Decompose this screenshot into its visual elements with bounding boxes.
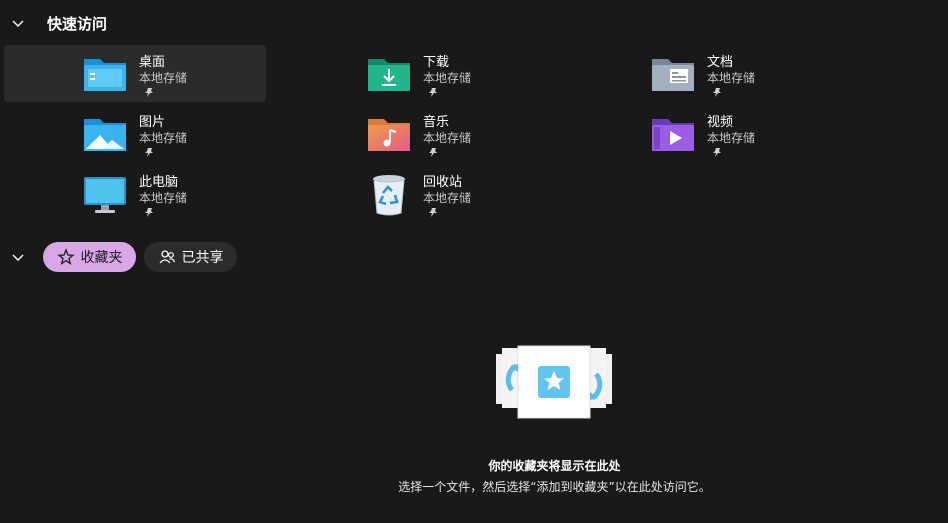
pin-icon (713, 88, 721, 97)
item-location: 本地存储 (707, 131, 756, 145)
item-location: 本地存储 (423, 191, 472, 205)
favorites-empty-illustration-icon (496, 345, 612, 419)
quick-access-item-music[interactable]: 音乐 本地存储 (288, 105, 550, 162)
tab-shared[interactable]: 已共享 (144, 242, 237, 272)
quick-access-item-videos[interactable]: 视频 本地存储 (572, 105, 834, 162)
item-location: 本地存储 (139, 131, 188, 145)
desktop-folder-icon (84, 59, 126, 91)
tab-favorites-label: 收藏夹 (80, 250, 123, 266)
pin-icon (429, 148, 437, 157)
music-folder-icon (368, 119, 410, 151)
item-name: 音乐 (423, 115, 450, 130)
item-name: 此电脑 (139, 175, 179, 190)
quick-access-header[interactable]: 快速访问 (0, 6, 300, 40)
chevron-down-icon[interactable] (10, 15, 26, 31)
item-name: 视频 (707, 115, 734, 130)
pin-icon (713, 148, 721, 157)
pin-icon (145, 88, 153, 97)
item-location: 本地存储 (423, 131, 472, 145)
quick-access-title: 快速访问 (47, 14, 108, 33)
pin-icon (145, 148, 153, 157)
item-name: 图片 (139, 115, 166, 130)
documents-folder-icon (652, 59, 694, 91)
item-location: 本地存储 (139, 191, 188, 205)
tab-shared-label: 已共享 (181, 250, 224, 266)
empty-state-description: 选择一个文件，然后选择“添加到收藏夹”以在此处访问它。 (398, 480, 711, 494)
quick-access-item-documents[interactable]: 文档 本地存储 (572, 45, 834, 102)
tab-favorites[interactable]: 收藏夹 (43, 242, 136, 272)
downloads-folder-icon (368, 59, 410, 91)
quick-access-item-this-pc[interactable]: 此电脑 本地存储 (4, 165, 266, 222)
pin-icon (145, 208, 153, 217)
pictures-folder-icon (84, 119, 126, 151)
item-location: 本地存储 (423, 71, 472, 85)
item-name: 文档 (707, 55, 734, 70)
quick-access-item-recycle-bin[interactable]: 回收站 本地存储 (288, 165, 550, 222)
quick-access-item-desktop[interactable]: 桌面 本地存储 (4, 45, 266, 102)
videos-folder-icon (652, 119, 694, 151)
this-pc-icon (84, 177, 126, 213)
chevron-down-icon[interactable] (10, 249, 26, 265)
quick-access-item-downloads[interactable]: 下载 本地存储 (288, 45, 550, 102)
pin-icon (429, 88, 437, 97)
star-icon (56, 248, 75, 265)
item-location: 本地存储 (707, 71, 756, 85)
recycle-bin-icon (373, 175, 405, 216)
item-name: 下载 (423, 55, 450, 70)
quick-access-item-pictures[interactable]: 图片 本地存储 (4, 105, 266, 162)
pin-icon (429, 208, 437, 217)
item-name: 回收站 (423, 175, 463, 190)
people-icon (159, 250, 175, 264)
empty-state-title: 你的收藏夹将显示在此处 (488, 459, 621, 473)
item-name: 桌面 (139, 55, 166, 70)
item-location: 本地存储 (139, 71, 188, 85)
